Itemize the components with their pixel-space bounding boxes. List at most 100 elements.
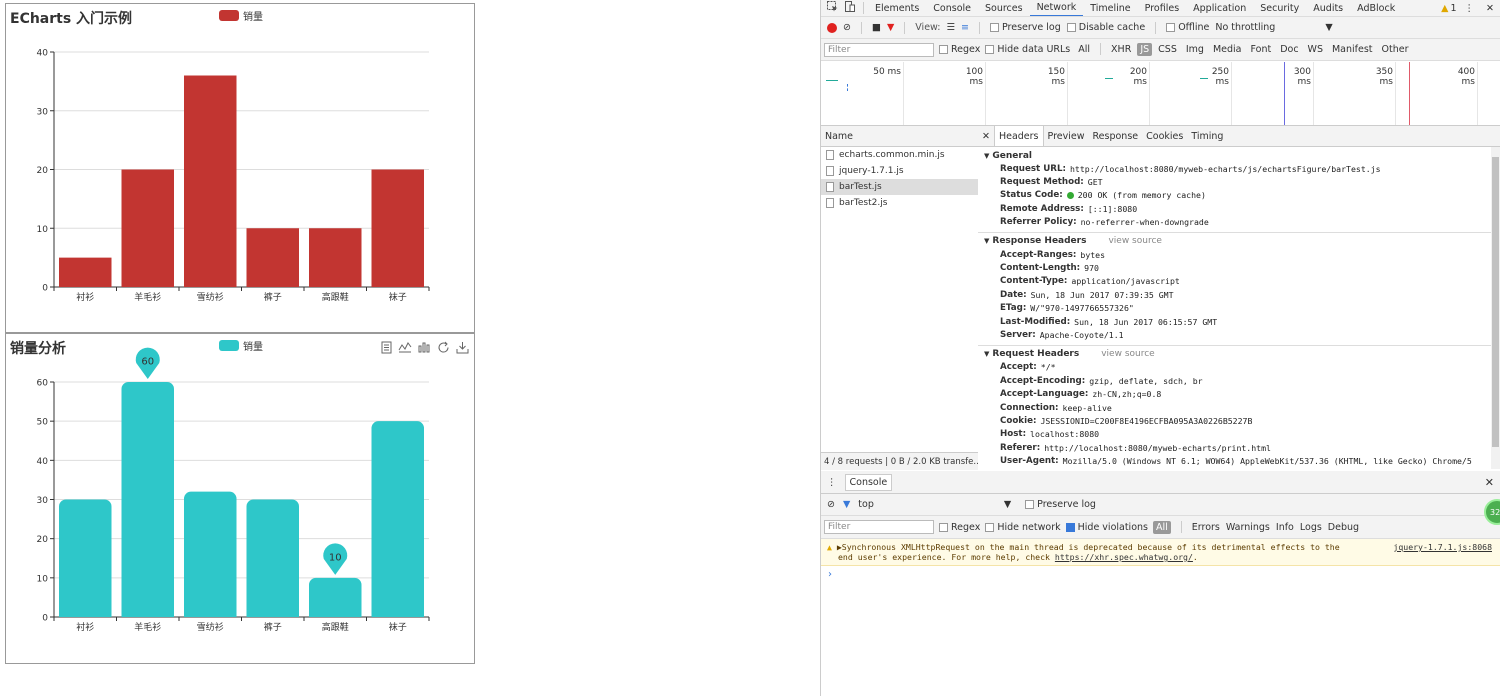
console-filter-input[interactable]: Filter — [824, 520, 934, 534]
console-regex-checkbox[interactable]: Regex — [939, 522, 980, 533]
detail-tab-preview[interactable]: Preview — [1044, 126, 1089, 146]
overview-icon[interactable]: ≡ — [961, 22, 969, 33]
tab-adblock[interactable]: AdBlock — [1350, 0, 1402, 16]
large-rows-icon[interactable]: ☰ — [947, 22, 956, 33]
close-details-icon[interactable]: ✕ — [978, 126, 994, 146]
type-filter-ws[interactable]: WS — [1305, 43, 1326, 56]
preserve-log-checkbox[interactable]: Preserve log — [990, 22, 1061, 33]
disable-cache-checkbox[interactable]: Disable cache — [1066, 22, 1145, 33]
tab-security[interactable]: Security — [1253, 0, 1306, 16]
bar[interactable] — [121, 169, 175, 288]
type-filter-manifest[interactable]: Manifest — [1329, 43, 1376, 56]
level-debug[interactable]: Debug — [1328, 522, 1359, 533]
level-logs[interactable]: Logs — [1300, 522, 1322, 533]
type-filter-js[interactable]: JS — [1137, 43, 1153, 56]
bar[interactable] — [246, 228, 300, 287]
bar[interactable] — [59, 257, 112, 287]
section-title[interactable]: ▼ General — [984, 149, 1500, 162]
close-icon[interactable]: ✕ — [1486, 3, 1494, 14]
warning-source-link[interactable]: jquery-1.7.1.js:8068 — [1393, 542, 1492, 552]
type-filter-img[interactable]: Img — [1183, 43, 1207, 56]
hide-network-checkbox[interactable]: Hide network — [985, 522, 1061, 533]
bar[interactable] — [121, 382, 175, 617]
drawer-menu-icon[interactable]: ⋮ — [827, 477, 837, 488]
expand-arrow-icon[interactable]: ▼ — [984, 350, 989, 358]
tab-elements[interactable]: Elements — [868, 0, 926, 16]
more-menu-icon[interactable]: ⋮ — [1465, 3, 1475, 14]
timeline-label: 200 ms — [1129, 67, 1147, 87]
type-filter-font[interactable]: Font — [1248, 43, 1275, 56]
detail-tab-response[interactable]: Response — [1089, 126, 1143, 146]
close-drawer-icon[interactable]: ✕ — [1485, 476, 1494, 489]
screenshot-icon[interactable]: ■ — [872, 22, 881, 33]
warning-help-link[interactable]: https://xhr.spec.whatwg.org/ — [1055, 552, 1193, 562]
device-toggle-icon[interactable] — [844, 1, 855, 15]
detail-tab-headers[interactable]: Headers — [993, 126, 1044, 146]
offline-checkbox[interactable]: Offline — [1166, 22, 1209, 33]
level-info[interactable]: Info — [1276, 522, 1294, 533]
bar[interactable] — [184, 75, 237, 288]
data-view-icon[interactable] — [379, 340, 393, 354]
console-prompt[interactable]: › — [821, 566, 1500, 583]
type-filter-css[interactable]: CSS — [1155, 43, 1180, 56]
details-scrollbar[interactable] — [1491, 147, 1500, 469]
type-filter-all[interactable]: All — [1075, 43, 1093, 56]
detail-tab-cookies[interactable]: Cookies — [1142, 126, 1187, 146]
console-preserve-log[interactable]: Preserve log — [1025, 499, 1096, 510]
clear-console-icon[interactable]: ⊘ — [827, 499, 835, 510]
tab-network[interactable]: Network — [1029, 0, 1084, 16]
chart-legend[interactable]: 销量 — [219, 338, 263, 353]
tab-profiles[interactable]: Profiles — [1138, 0, 1187, 16]
console-tab[interactable]: Console — [844, 473, 893, 491]
request-row[interactable]: barTest.js — [821, 179, 978, 195]
expand-arrow-icon[interactable]: ▼ — [984, 152, 989, 160]
request-row[interactable]: jquery-1.7.1.js — [821, 163, 978, 179]
warning-count[interactable]: 1 — [1450, 3, 1456, 14]
console-filter-icon[interactable]: ▼ — [843, 499, 850, 510]
bar[interactable] — [309, 228, 362, 287]
download-icon[interactable] — [455, 340, 469, 354]
bar[interactable] — [59, 499, 112, 618]
network-timeline[interactable]: 50 ms 100 ms 150 ms 200 ms 250 ms 300 ms 350 m… — [821, 62, 1500, 126]
throttling-select[interactable]: No throttling ▼ — [1215, 22, 1332, 33]
view-source-link[interactable]: view source — [1108, 236, 1161, 246]
chart-legend[interactable]: 销量 — [219, 8, 263, 23]
tab-application[interactable]: Application — [1186, 0, 1253, 16]
detail-tab-timing[interactable]: Timing — [1187, 126, 1227, 146]
tab-audits[interactable]: Audits — [1306, 0, 1350, 16]
filter-icon[interactable]: ▼ — [887, 22, 894, 33]
bar[interactable] — [371, 169, 425, 288]
type-filter-other[interactable]: Other — [1379, 43, 1412, 56]
level-warnings[interactable]: Warnings — [1226, 522, 1270, 533]
regex-checkbox[interactable]: Regex — [939, 44, 980, 55]
view-source-link[interactable]: view source — [1101, 349, 1154, 359]
expand-arrow-icon[interactable]: ▼ — [984, 237, 989, 245]
record-icon[interactable] — [827, 22, 837, 33]
type-filter-doc[interactable]: Doc — [1277, 43, 1301, 56]
bar-chart-icon[interactable] — [417, 340, 431, 354]
hide-violations-checkbox[interactable]: Hide violations — [1065, 522, 1148, 533]
section-title[interactable]: ▼ Response Headers view source — [984, 235, 1500, 248]
line-chart-icon[interactable] — [398, 340, 412, 354]
request-row[interactable]: barTest2.js — [821, 195, 978, 211]
tab-sources[interactable]: Sources — [978, 0, 1030, 16]
level-errors[interactable]: Errors — [1192, 522, 1220, 533]
request-row[interactable]: echarts.common.min.js — [821, 147, 978, 163]
tab-timeline[interactable]: Timeline — [1083, 0, 1137, 16]
bar[interactable] — [246, 499, 300, 618]
filter-input[interactable]: Filter — [824, 42, 934, 57]
tab-console[interactable]: Console — [926, 0, 978, 16]
warning-icon[interactable]: ▲ — [1441, 3, 1448, 14]
type-filter-xhr[interactable]: XHR — [1108, 43, 1134, 56]
bar[interactable] — [184, 491, 237, 617]
level-all[interactable]: All — [1152, 520, 1171, 534]
name-column-header[interactable]: Name — [821, 126, 978, 147]
bar[interactable] — [371, 421, 425, 617]
type-filter-media[interactable]: Media — [1210, 43, 1245, 56]
section-title[interactable]: ▼ Request Headers view source — [984, 348, 1500, 361]
clear-icon[interactable]: ⊘ — [843, 22, 851, 33]
hide-data-urls-checkbox[interactable]: Hide data URLs — [985, 44, 1070, 55]
inspect-icon[interactable] — [827, 1, 838, 15]
context-select[interactable]: top ▼ — [858, 499, 1011, 510]
restore-icon[interactable] — [436, 340, 450, 354]
